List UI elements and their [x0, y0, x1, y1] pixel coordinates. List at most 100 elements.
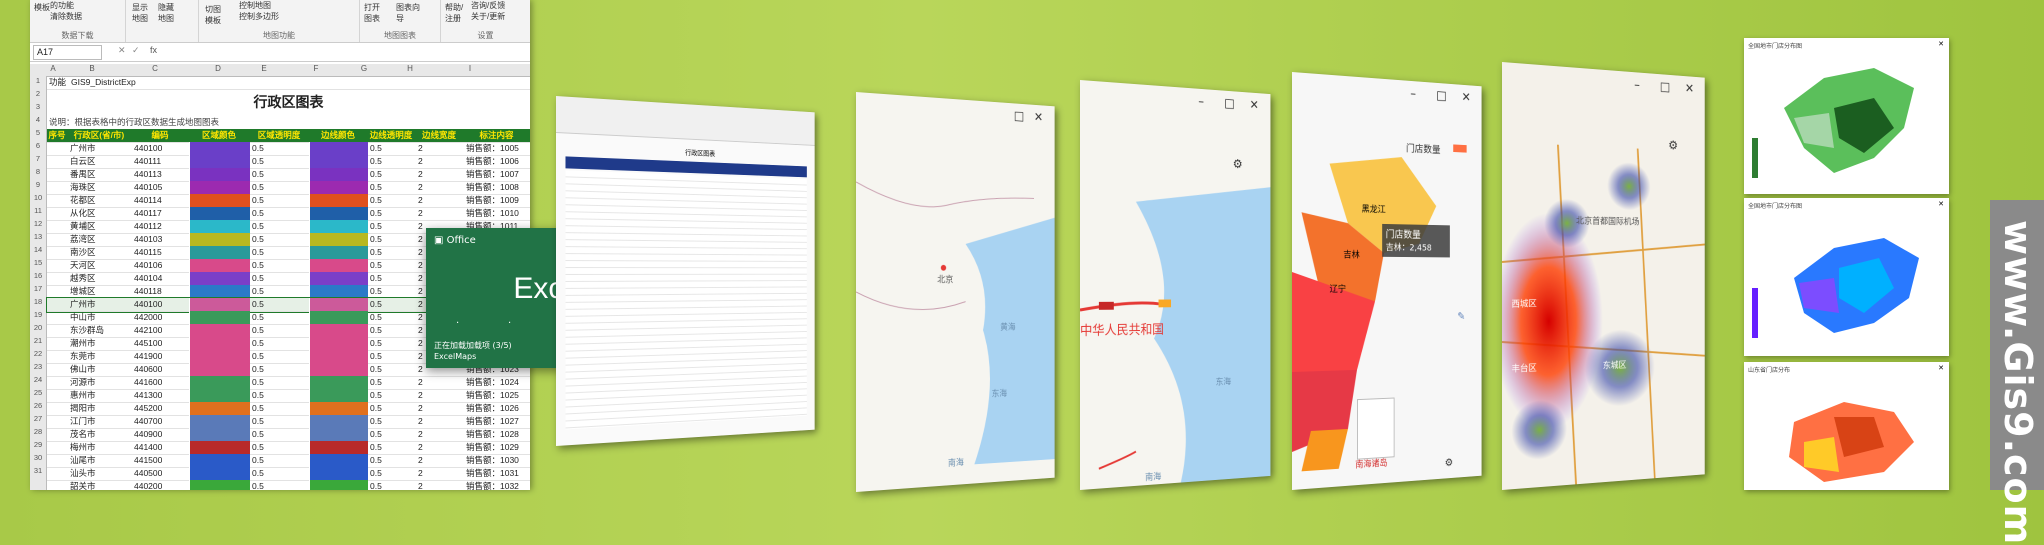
column-header-cell[interactable]: 标注内容 [463, 129, 530, 142]
cell-fill-opacity[interactable]: 0.5 [249, 454, 312, 467]
cell-line-opacity[interactable]: 0.5 [367, 454, 418, 467]
cell-line-opacity[interactable]: 0.5 [367, 246, 418, 259]
cell-line-color[interactable] [309, 220, 368, 233]
column-header[interactable]: B [72, 64, 112, 73]
cell-line-color[interactable] [309, 415, 368, 428]
cell-line-color[interactable] [309, 402, 368, 415]
cell-label[interactable]: 销售额：1028 [463, 428, 530, 441]
ribbon-control-map-item[interactable]: 控制地图 [239, 0, 271, 11]
cell-code[interactable]: 440112 [131, 220, 192, 233]
cell-code[interactable]: 441600 [131, 376, 192, 389]
column-header[interactable]: E [244, 64, 284, 73]
cell-line-opacity[interactable]: 0.5 [367, 207, 418, 220]
cell-fill-opacity[interactable]: 0.5 [249, 441, 312, 454]
ribbon-show-button[interactable]: 显示 [132, 2, 148, 13]
row-number[interactable]: 7 [30, 154, 46, 163]
cell-district[interactable]: 梅州市 [67, 441, 134, 454]
cell-district[interactable]: 江门市 [67, 415, 134, 428]
cell-fill-opacity[interactable]: 0.5 [249, 298, 312, 311]
cell-district[interactable]: 韶关市 [67, 480, 134, 490]
cell-fill-color[interactable] [189, 298, 250, 311]
cell-label[interactable]: 销售额：1010 [463, 207, 530, 220]
cell-code[interactable]: 440115 [131, 246, 192, 259]
cell-code[interactable]: 440111 [131, 155, 192, 168]
cell-line-color[interactable] [309, 155, 368, 168]
cell-fill-opacity[interactable]: 0.5 [249, 246, 312, 259]
cell-code[interactable]: 440114 [131, 194, 192, 207]
cell-line-color[interactable] [309, 441, 368, 454]
cell-line-color[interactable] [309, 207, 368, 220]
thumb-china-green[interactable]: 全国地市门店分布图 ✕ [1744, 38, 1949, 194]
cell-line-opacity[interactable]: 0.5 [367, 233, 418, 246]
cell-district[interactable]: 番禺区 [67, 168, 134, 181]
row-number[interactable]: 24 [30, 375, 46, 384]
cell-district[interactable]: 增城区 [67, 285, 134, 298]
cell-line-opacity[interactable]: 0.5 [367, 350, 418, 363]
row-number[interactable]: 10 [30, 193, 46, 202]
cell-code[interactable]: 442100 [131, 324, 192, 337]
cell-district[interactable]: 中山市 [67, 311, 134, 324]
row-number[interactable]: 13 [30, 232, 46, 241]
cell-line-color[interactable] [309, 246, 368, 259]
cell-code[interactable]: 440118 [131, 285, 192, 298]
cell-line-opacity[interactable]: 0.5 [367, 415, 418, 428]
cell-fill-color[interactable] [189, 155, 250, 168]
ribbon-hide-button[interactable]: 隐藏 [158, 2, 174, 13]
cell-line-color[interactable] [309, 285, 368, 298]
cell-line-opacity[interactable]: 0.5 [367, 285, 418, 298]
cell-line-opacity[interactable]: 0.5 [367, 155, 418, 168]
cell-code[interactable]: 440113 [131, 168, 192, 181]
cell-code[interactable]: 440100 [131, 142, 192, 155]
cell-line-opacity[interactable]: 0.5 [367, 298, 418, 311]
cell-label[interactable]: 销售额：1008 [463, 181, 530, 194]
cell-fill-color[interactable] [189, 272, 250, 285]
cell-code[interactable]: 440104 [131, 272, 192, 285]
cell-line-opacity[interactable]: 0.5 [367, 428, 418, 441]
cell-label[interactable]: 销售额：1032 [463, 480, 530, 490]
row-number[interactable]: 30 [30, 453, 46, 462]
cell-code[interactable]: 440105 [131, 181, 192, 194]
cell-fill-color[interactable] [189, 454, 250, 467]
cell-line-width[interactable]: 2 [415, 428, 466, 441]
cell-fill-color[interactable] [189, 142, 250, 155]
cell-code[interactable]: 441300 [131, 389, 192, 402]
ribbon-cut-button[interactable]: 切图 [205, 4, 221, 15]
cell-fill-color[interactable] [189, 246, 250, 259]
row-number[interactable]: 28 [30, 427, 46, 436]
cell-fill-opacity[interactable]: 0.5 [249, 389, 312, 402]
cell-fill-color[interactable] [189, 233, 250, 246]
cell-line-width[interactable]: 2 [415, 454, 466, 467]
cell-district[interactable]: 东莞市 [67, 350, 134, 363]
ribbon-clear-data-item[interactable]: 清除数据 [50, 11, 82, 22]
sheet-title[interactable]: 行政区图表 [47, 92, 530, 112]
cell-fill-color[interactable] [189, 220, 250, 233]
cell-line-opacity[interactable]: 0.5 [367, 337, 418, 350]
cell-code[interactable]: 440600 [131, 363, 192, 376]
cell-line-width[interactable]: 2 [415, 480, 466, 490]
cell-line-width[interactable]: 2 [415, 155, 466, 168]
row-number[interactable]: 21 [30, 336, 46, 345]
column-header-cell[interactable]: 边线颜色 [309, 129, 367, 142]
row-number[interactable]: 1 [30, 76, 46, 85]
ribbon-register-button[interactable]: 注册 [445, 13, 461, 24]
column-header[interactable]: F [296, 64, 336, 73]
column-header[interactable]: C [135, 64, 175, 73]
cell-district[interactable]: 花都区 [67, 194, 134, 207]
cell-fill-opacity[interactable]: 0.5 [249, 428, 312, 441]
cell-district[interactable]: 广州市 [67, 298, 134, 311]
cell-label[interactable]: 销售额：1030 [463, 454, 530, 467]
row-number[interactable]: 12 [30, 219, 46, 228]
cell-fill-color[interactable] [189, 480, 250, 490]
sheet-note[interactable]: 说明：根据表格中的行政区数据生成地图图表 [49, 116, 349, 129]
cell-line-opacity[interactable]: 0.5 [367, 363, 418, 376]
row-number[interactable]: 5 [30, 128, 46, 137]
cell-line-color[interactable] [309, 142, 368, 155]
cell-district[interactable]: 越秀区 [67, 272, 134, 285]
cell-line-width[interactable]: 2 [415, 389, 466, 402]
column-header[interactable]: A [48, 64, 58, 73]
cell-label[interactable]: 销售额：1026 [463, 402, 530, 415]
row-number[interactable]: 26 [30, 401, 46, 410]
cell-fill-opacity[interactable]: 0.5 [249, 207, 312, 220]
row-number[interactable]: 16 [30, 271, 46, 280]
cell-code[interactable]: 445200 [131, 402, 192, 415]
